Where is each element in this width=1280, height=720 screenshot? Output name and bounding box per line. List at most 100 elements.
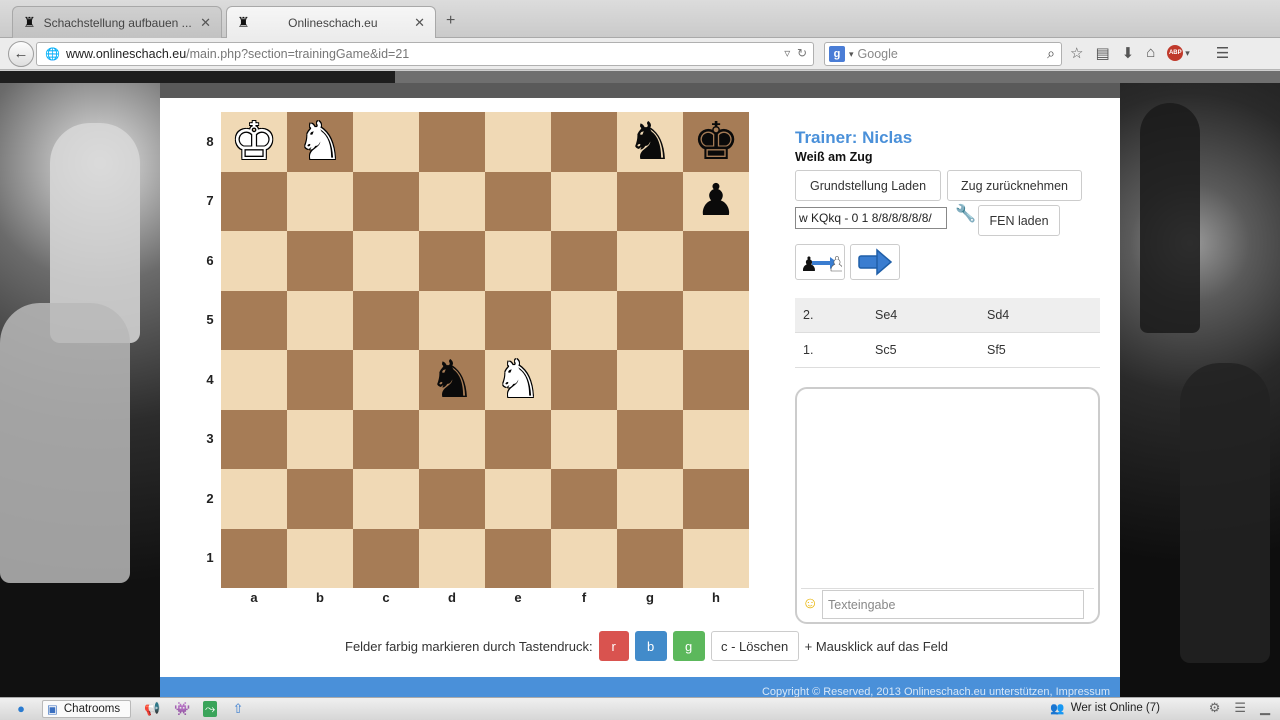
black-pawn-icon[interactable]: ♟ [696,179,735,223]
square-a2[interactable] [221,469,287,529]
black-king-icon[interactable]: ♚ [693,116,740,168]
square-a8[interactable]: ♚ [221,112,287,172]
square-c2[interactable] [353,469,419,529]
square-c3[interactable] [353,409,419,469]
square-g2[interactable] [617,469,683,529]
chess-board[interactable]: ♚ ♞ ♞ ♚ ♟ ♞ ♞ [221,112,749,588]
square-c1[interactable] [353,528,419,588]
globe-icon[interactable]: ● [12,701,30,717]
download-icon[interactable]: ⬇ [1122,44,1135,62]
black-knight-icon[interactable]: ♞ [429,354,476,406]
chatrooms-button[interactable]: ▣ Chatrooms [42,700,132,718]
square-b7[interactable] [287,171,353,231]
square-f4[interactable] [551,350,617,410]
white-king-icon[interactable]: ♚ [231,116,278,168]
square-a4[interactable] [221,350,287,410]
square-f6[interactable] [551,231,617,291]
white-move[interactable]: Se4 [875,308,987,322]
square-h5[interactable] [683,290,749,350]
square-b1[interactable] [287,528,353,588]
url-bar[interactable]: 🌐 www.onlineschach.eu/main.php?section=t… [36,42,814,66]
square-h3[interactable] [683,409,749,469]
square-h7[interactable]: ♟ [683,171,749,231]
black-knight-icon[interactable]: ♞ [627,116,674,168]
square-e5[interactable] [485,290,551,350]
square-c7[interactable] [353,171,419,231]
black-move[interactable]: Sf5 [987,343,1006,357]
square-d4[interactable]: ♞ [419,350,485,410]
white-move[interactable]: Sc5 [875,343,987,357]
square-b3[interactable] [287,409,353,469]
square-h2[interactable] [683,469,749,529]
square-d5[interactable] [419,290,485,350]
new-tab-icon[interactable]: + [446,12,455,30]
square-b6[interactable] [287,231,353,291]
square-g4[interactable] [617,350,683,410]
adblock-icon[interactable]: ABP ▾ [1167,44,1190,62]
close-tab-icon[interactable]: ✕ [200,15,211,31]
clear-marks-button[interactable]: c - Löschen [710,631,799,661]
square-e2[interactable] [485,469,551,529]
square-e3[interactable] [485,409,551,469]
square-f7[interactable] [551,171,617,231]
minimize-icon[interactable]: ▁ [1260,700,1270,716]
menu-icon[interactable]: ☰ [1234,700,1246,716]
search-icon[interactable]: ⌕ [1047,45,1055,62]
square-g7[interactable] [617,171,683,231]
megaphone-icon[interactable]: 📢 [143,701,161,717]
white-knight-icon[interactable]: ♞ [297,116,344,168]
search-bar[interactable]: g ▾ Google ⌕ [824,42,1062,66]
square-d1[interactable] [419,528,485,588]
square-f1[interactable] [551,528,617,588]
upload-icon[interactable]: ⇧ [229,701,247,717]
square-f8[interactable] [551,112,617,172]
black-move[interactable]: Sd4 [987,308,1009,322]
chat-input[interactable]: Texteingabe [822,590,1084,619]
square-d3[interactable] [419,409,485,469]
reset-position-button[interactable]: Grundstellung Laden [795,170,941,201]
square-h4[interactable] [683,350,749,410]
tab-onlineschach[interactable]: ♜ Onlineschach.eu ✕ [226,6,436,38]
mark-green-button[interactable]: g [672,631,705,661]
tab-schachstellung[interactable]: ♜ Schachstellung aufbauen ... ✕ [12,6,222,38]
square-d8[interactable] [419,112,485,172]
settings-icon[interactable]: ⚙ [1209,700,1221,716]
square-h1[interactable] [683,528,749,588]
square-c4[interactable] [353,350,419,410]
mark-blue-button[interactable]: b [634,631,667,661]
square-d7[interactable] [419,171,485,231]
square-a7[interactable] [221,171,287,231]
invader-icon[interactable]: 👾 [173,701,191,717]
square-c5[interactable] [353,290,419,350]
square-g3[interactable] [617,409,683,469]
square-g6[interactable] [617,231,683,291]
smiley-icon[interactable]: ☺ [802,595,818,613]
square-e8[interactable] [485,112,551,172]
fen-input[interactable]: /8/8/8/8/8/8 w KQkq - 0 1 [795,207,947,229]
flip-board-button[interactable]: ♟ ♟ [795,244,845,280]
square-c8[interactable] [353,112,419,172]
bookmark-star-icon[interactable]: ☆ [1070,44,1083,62]
close-tab-icon[interactable]: ✕ [414,15,425,31]
mark-red-button[interactable]: r [598,631,629,661]
square-e4[interactable]: ♞ [485,350,551,410]
square-b5[interactable] [287,290,353,350]
square-e1[interactable] [485,528,551,588]
menu-icon[interactable]: ☰ [1216,44,1229,62]
bookmarks-list-icon[interactable]: ▤ [1095,44,1109,62]
square-a1[interactable] [221,528,287,588]
home-icon[interactable]: ⌂ [1146,44,1155,62]
square-h8[interactable]: ♚ [683,112,749,172]
undo-move-button[interactable]: Zug zurücknehmen [947,170,1082,201]
square-e6[interactable] [485,231,551,291]
square-f3[interactable] [551,409,617,469]
square-g1[interactable] [617,528,683,588]
share-icon[interactable]: ⤳ [203,701,218,717]
back-button[interactable]: ← [8,41,34,67]
square-b8[interactable]: ♞ [287,112,353,172]
search-dropdown-icon[interactable]: ▾ [849,49,854,60]
square-g5[interactable] [617,290,683,350]
square-g8[interactable]: ♞ [617,112,683,172]
next-move-button[interactable] [850,244,900,280]
square-h6[interactable] [683,231,749,291]
